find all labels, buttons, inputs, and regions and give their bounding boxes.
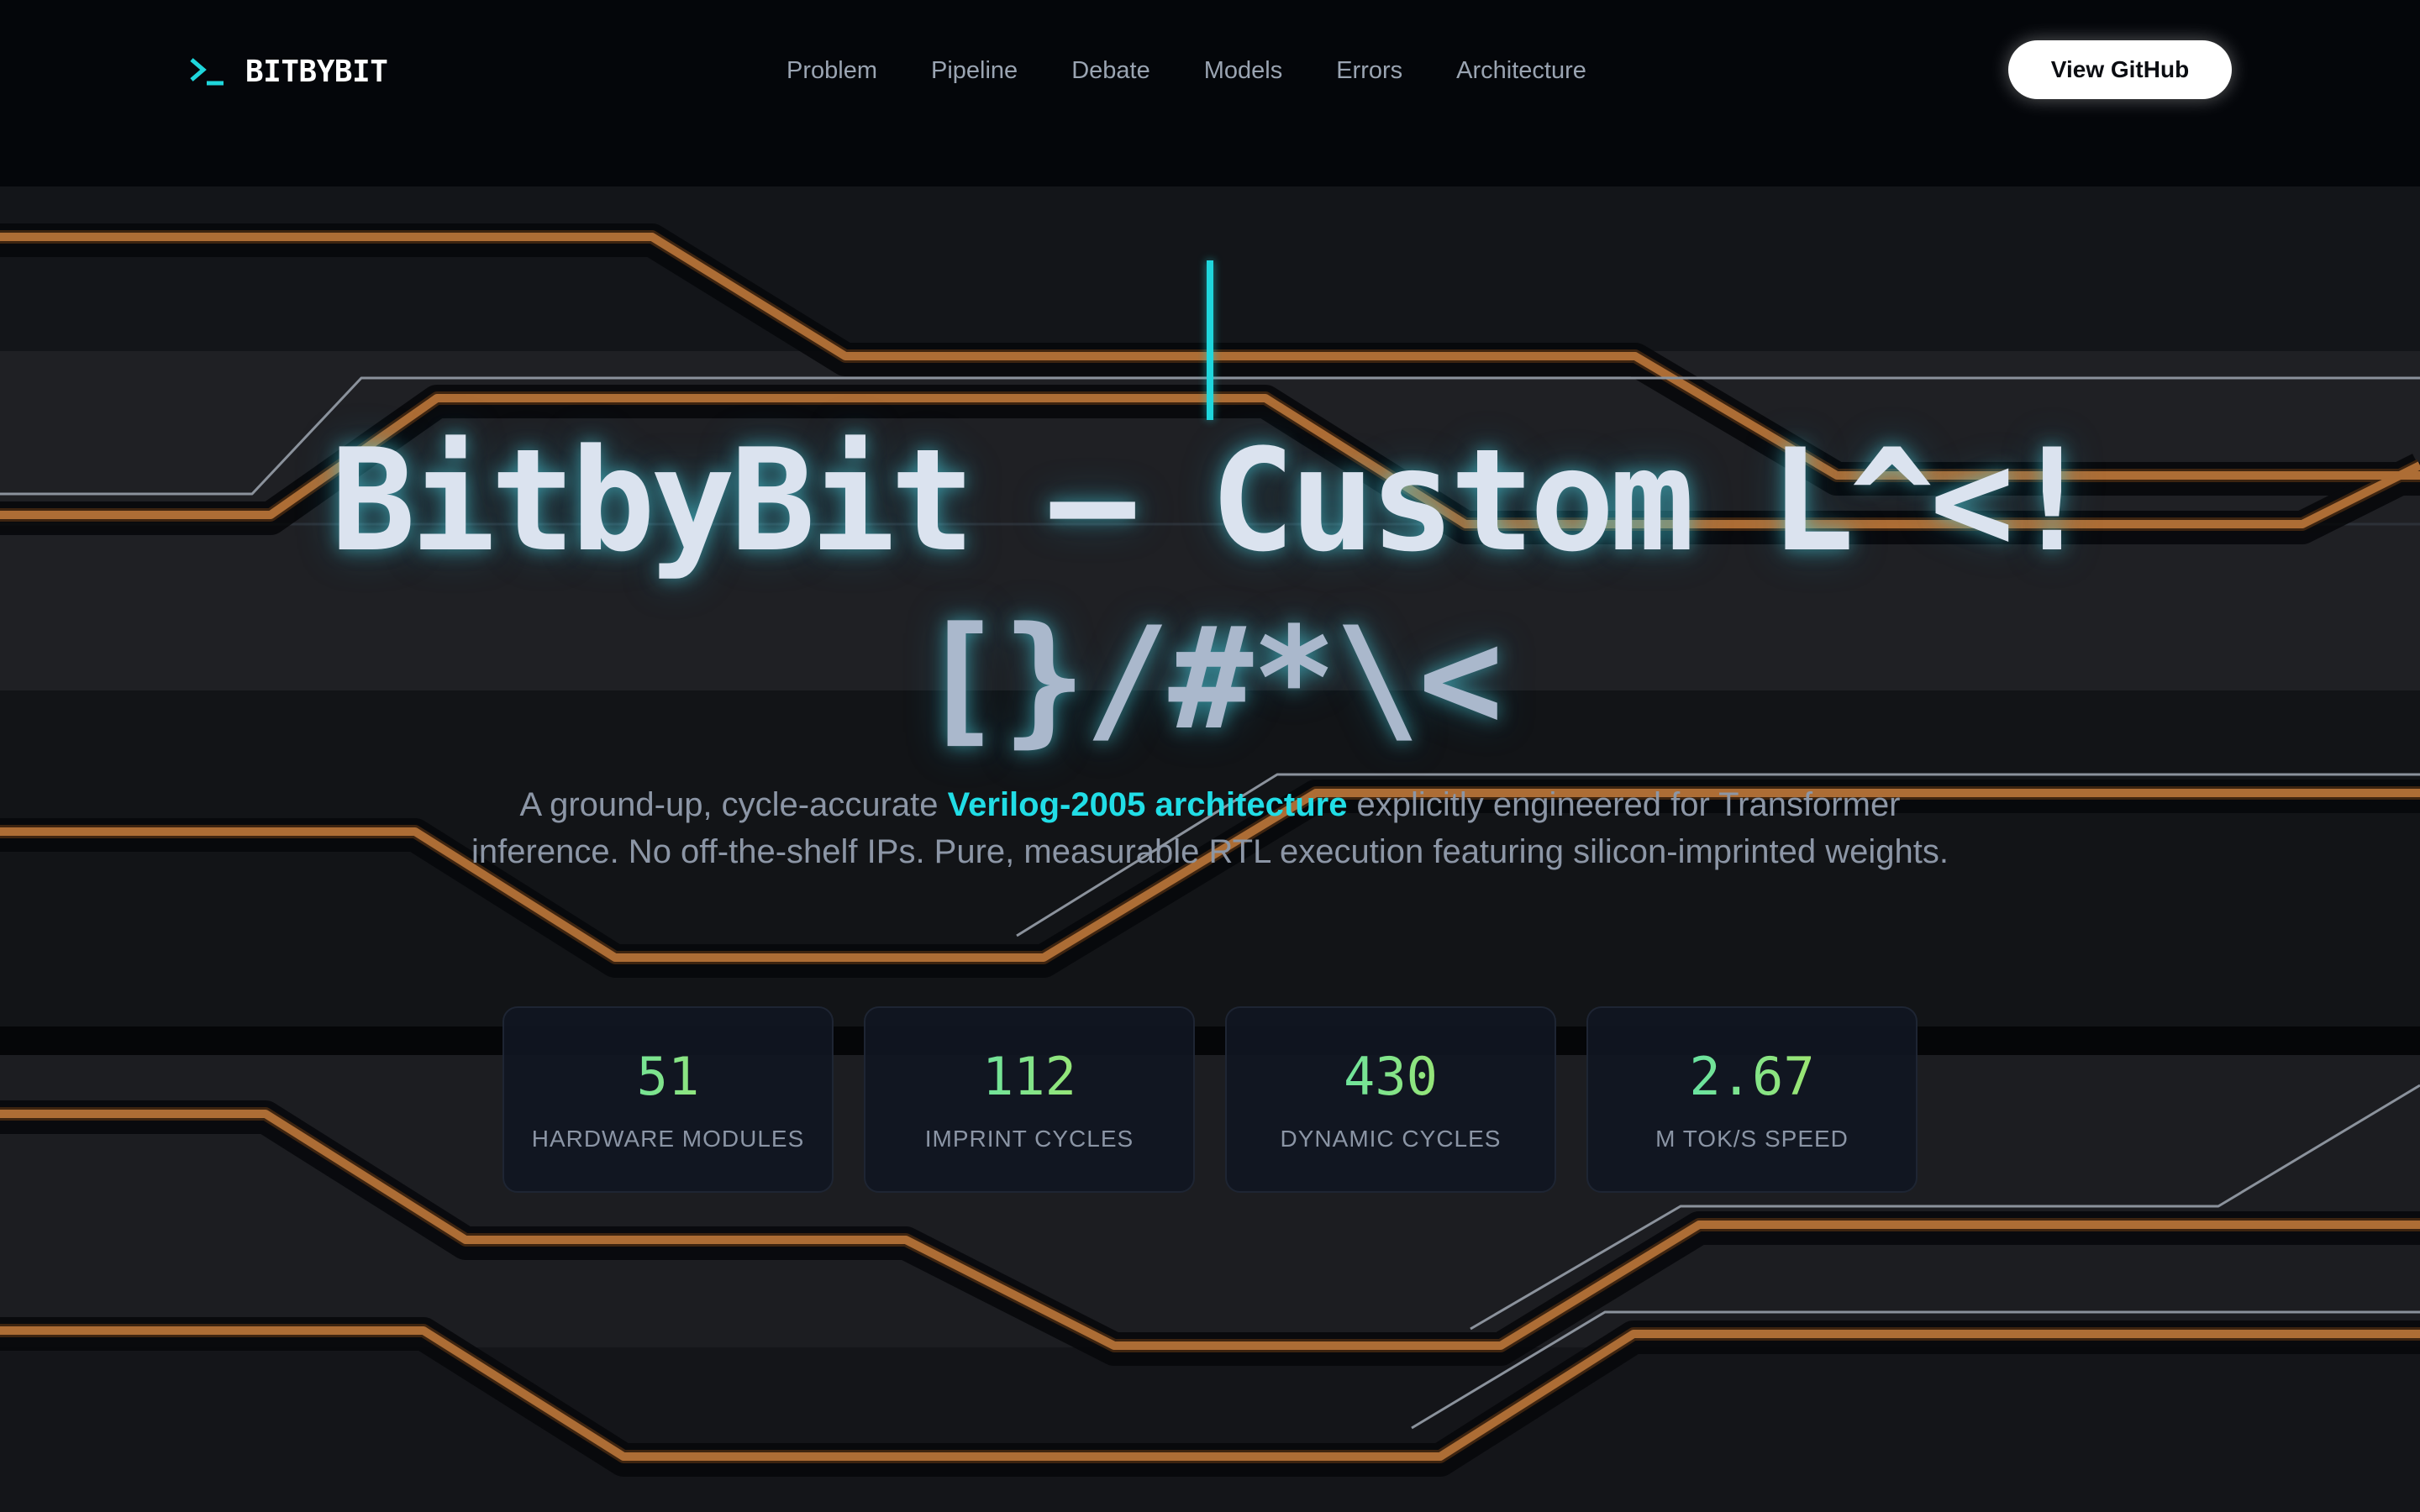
- stat-label: DYNAMIC CYCLES: [1280, 1126, 1502, 1152]
- top-navigation: BITBYBIT Problem Pipeline Debate Models …: [0, 0, 2420, 186]
- hero-subtitle-intro: A ground-up, cycle-accurate: [519, 786, 948, 823]
- hero-title-line-1: BitbyBit — Custom L^<!: [330, 418, 2094, 583]
- nav-link-errors[interactable]: Errors: [1336, 55, 1402, 86]
- hero-title: BitbyBit — Custom L^<! [}/#*\<: [0, 412, 2420, 768]
- stat-value: 430: [1227, 1047, 1555, 1107]
- brand-name: BITBYBIT: [245, 54, 388, 89]
- stat-value: 112: [865, 1047, 1193, 1107]
- hero-subtitle: A ground-up, cycle-accurate Verilog-2005…: [454, 781, 1966, 875]
- nav-link-pipeline[interactable]: Pipeline: [931, 55, 1018, 86]
- hero-section: BitbyBit — Custom L^<! [}/#*\< A ground-…: [0, 186, 2420, 1512]
- stat-label: HARDWARE MODULES: [531, 1126, 805, 1152]
- stat-card-speed: 2.67 M TOK/S SPEED: [1586, 1006, 1918, 1193]
- brand-logo[interactable]: BITBYBIT: [188, 50, 388, 92]
- stat-value: 51: [504, 1047, 832, 1107]
- typing-cursor: [1207, 260, 1213, 420]
- nav-link-problem[interactable]: Problem: [786, 55, 877, 86]
- main-menu: Problem Pipeline Debate Models Errors Ar…: [786, 55, 1586, 86]
- stat-card-dynamic-cycles: 430 DYNAMIC CYCLES: [1225, 1006, 1556, 1193]
- nav-link-models[interactable]: Models: [1204, 55, 1283, 86]
- hero-subtitle-highlight: Verilog-2005 architecture: [947, 786, 1348, 823]
- stat-value: 2.67: [1588, 1047, 1916, 1107]
- stat-label: IMPRINT CYCLES: [924, 1126, 1134, 1152]
- stat-card-imprint-cycles: 112 IMPRINT CYCLES: [864, 1006, 1195, 1193]
- nav-link-architecture[interactable]: Architecture: [1456, 55, 1586, 86]
- stat-card-hardware-modules: 51 HARDWARE MODULES: [502, 1006, 834, 1193]
- hero-title-line-2: [}/#*\<: [918, 596, 1503, 761]
- view-github-button[interactable]: View GitHub: [2008, 40, 2232, 99]
- stats-row: 51 HARDWARE MODULES 112 IMPRINT CYCLES 4…: [502, 1006, 1918, 1193]
- stat-label: M TOK/S SPEED: [1655, 1126, 1849, 1152]
- nav-link-debate[interactable]: Debate: [1071, 55, 1150, 86]
- terminal-prompt-icon: [190, 58, 224, 86]
